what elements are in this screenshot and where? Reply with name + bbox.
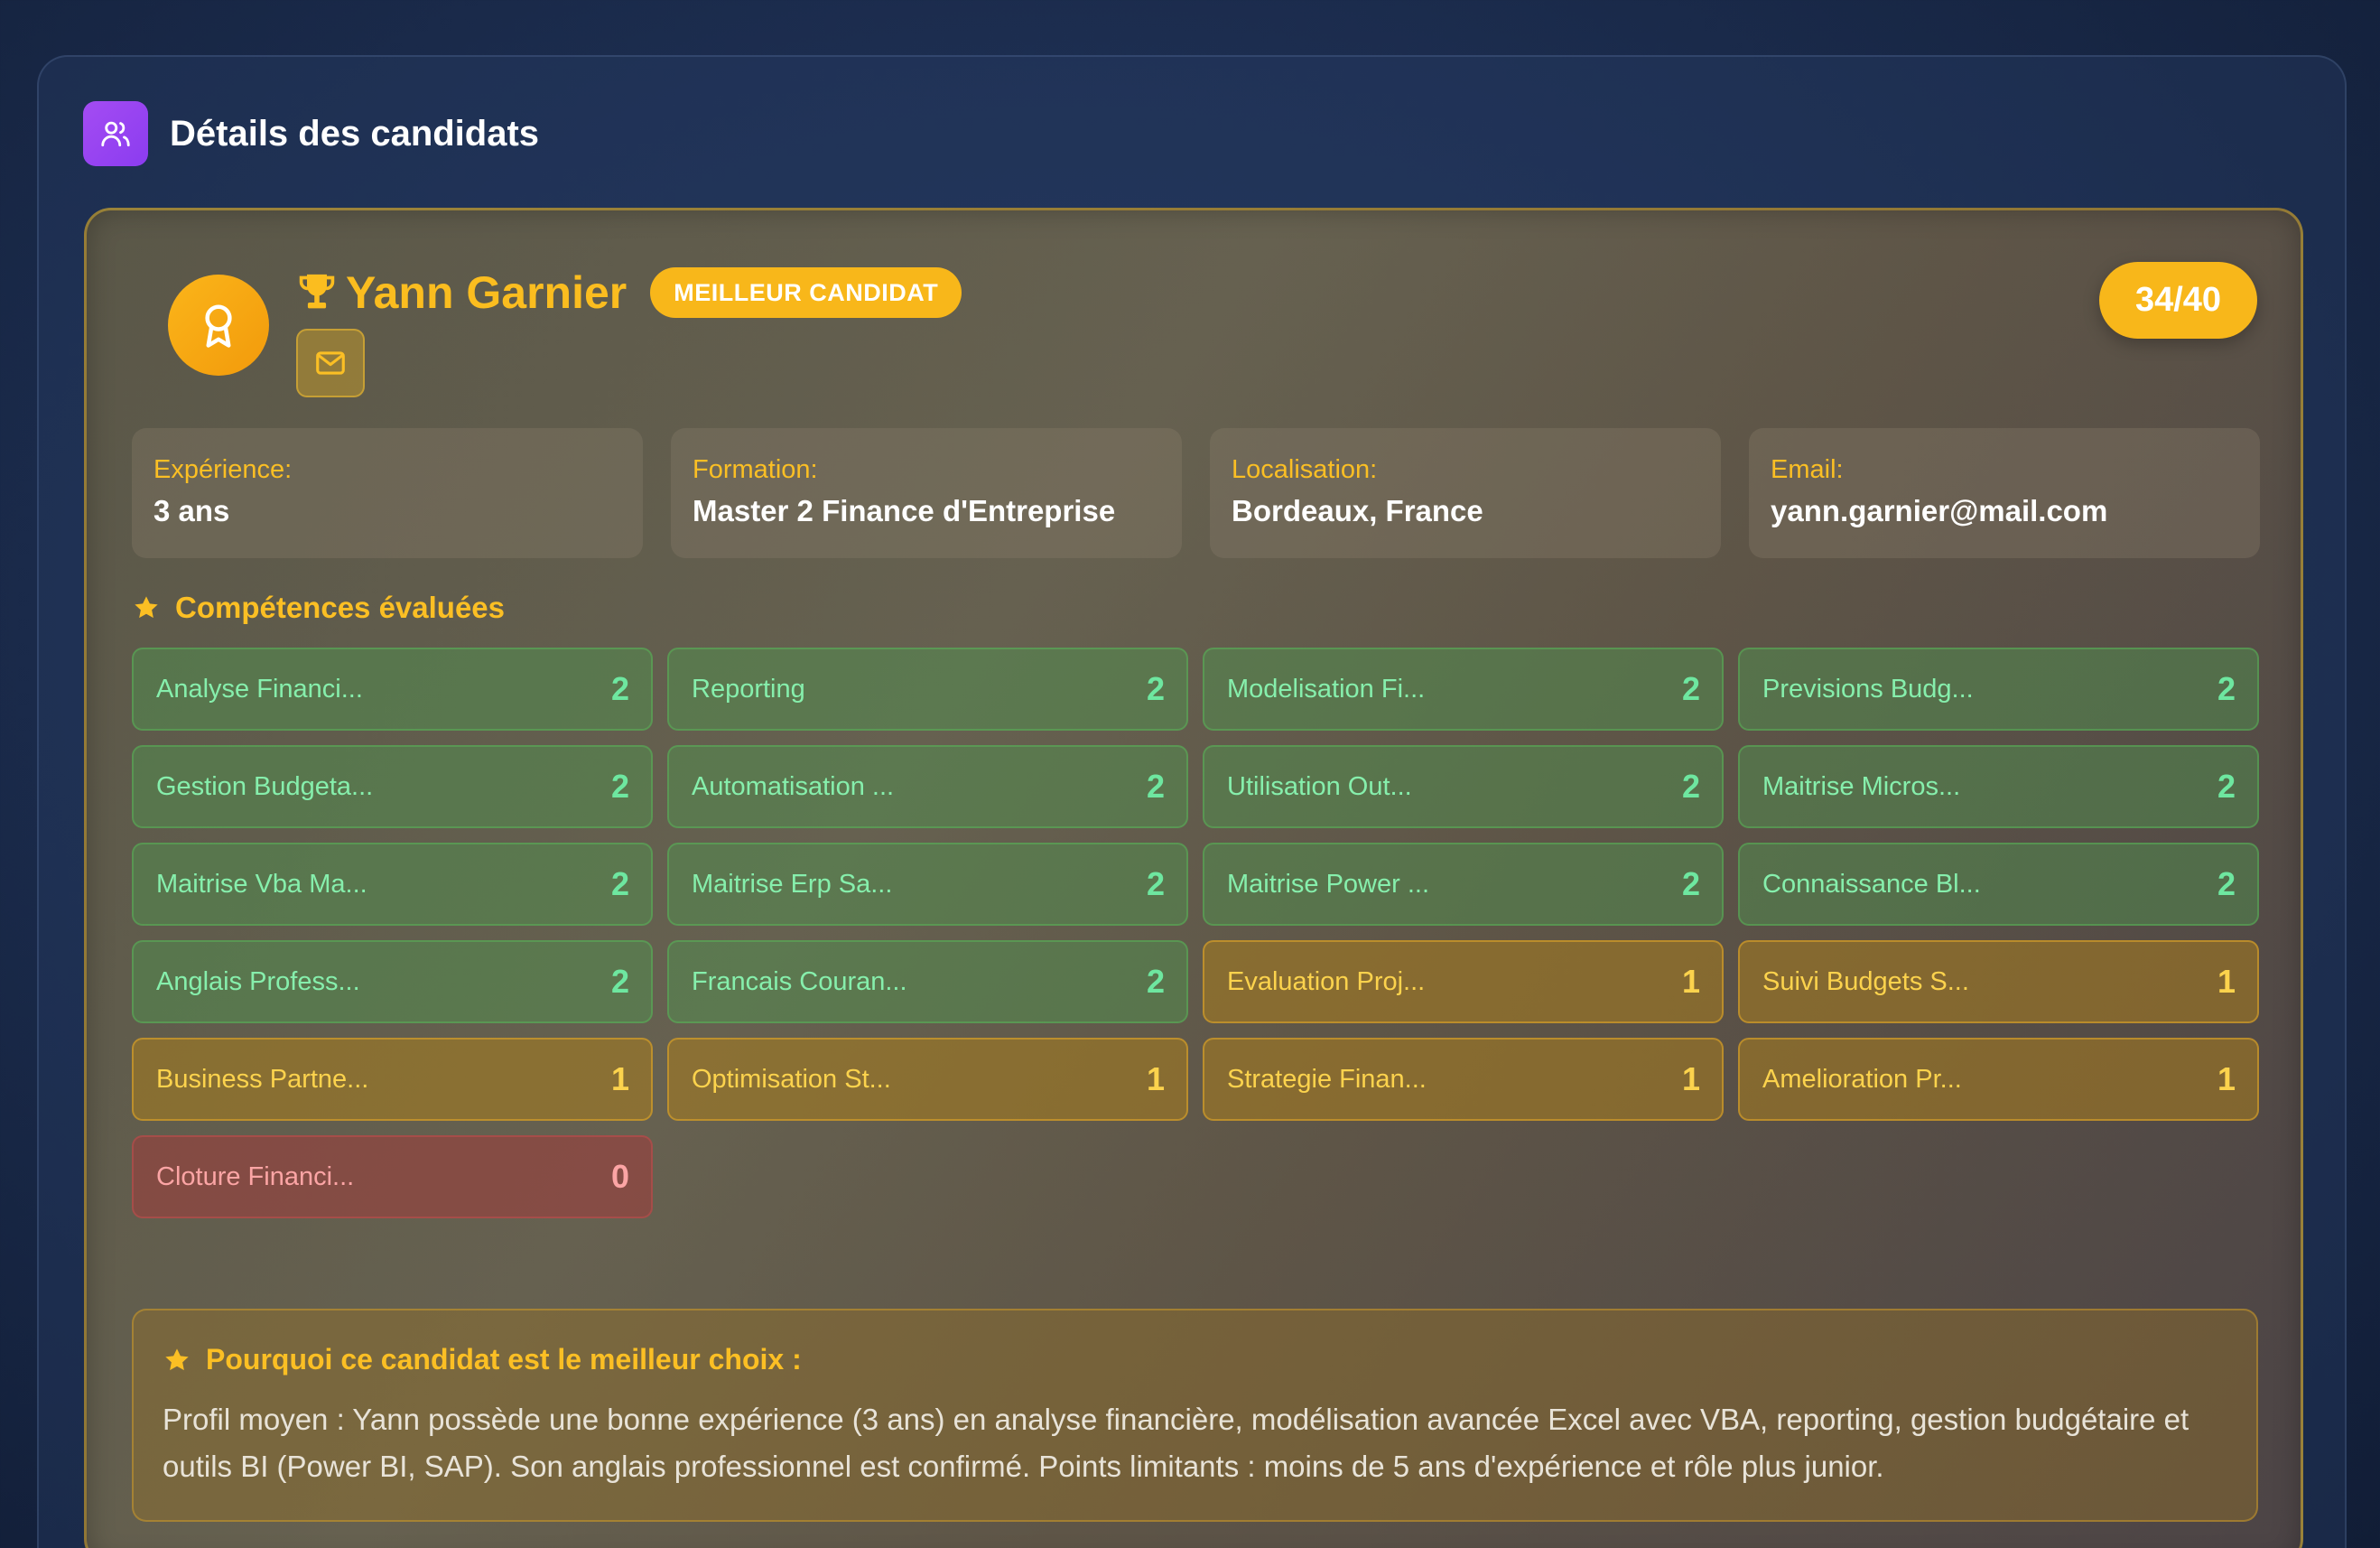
- skill-tile: Previsions Budg... 2: [1738, 648, 2259, 731]
- skill-tile: Maitrise Vba Ma... 2: [132, 843, 653, 926]
- skill-score: 2: [610, 670, 629, 707]
- skill-score: 2: [1681, 670, 1700, 707]
- info-value: Master 2 Finance d'Entreprise: [693, 494, 1116, 527]
- star-icon: [165, 1348, 189, 1370]
- skill-name: Maitrise Power ...: [1227, 869, 1429, 899]
- candidate-name: Yann Garnier: [346, 267, 628, 318]
- why-best-text: Profil moyen : Yann possède une bonne ex…: [163, 1403, 2189, 1483]
- mail-icon: [316, 351, 345, 375]
- skill-name: Gestion Budgeta...: [156, 771, 374, 801]
- info-experience: Expérience: 3 ans: [132, 428, 643, 558]
- skill-score: 2: [1681, 865, 1700, 902]
- info-value: Bordeaux, France: [1232, 494, 1483, 527]
- skill-score: 2: [1146, 768, 1165, 805]
- skill-name: Connaissance Bl...: [1762, 869, 1981, 899]
- award-icon: [168, 275, 269, 376]
- skill-name: Modelisation Fi...: [1227, 674, 1426, 704]
- skill-score: 2: [1146, 963, 1165, 1000]
- skill-score: 2: [1146, 865, 1165, 902]
- info-label: Email:: [1771, 455, 1844, 484]
- panel-title: Détails des candidats: [170, 113, 540, 154]
- skill-score: 1: [2217, 963, 2236, 1000]
- info-value: yann.garnier@mail.com: [1771, 494, 2108, 527]
- skill-score: 2: [610, 963, 629, 1000]
- skill-score: 0: [610, 1158, 629, 1195]
- skill-tile: Utilisation Out... 2: [1203, 745, 1724, 828]
- skill-tile: Cloture Financi... 0: [132, 1135, 653, 1218]
- skill-name: Amelioration Pr...: [1762, 1064, 1962, 1094]
- skill-name: Optimisation St...: [692, 1064, 891, 1094]
- best-candidate-badge: MEILLEUR CANDIDAT: [650, 267, 962, 318]
- skill-name: Anglais Profess...: [156, 966, 360, 996]
- skill-score: 2: [610, 768, 629, 805]
- skill-name: Previsions Budg...: [1762, 674, 1974, 704]
- skill-score: 2: [610, 865, 629, 902]
- skills-heading-label: Compétences évaluées: [175, 591, 506, 624]
- skill-name: Suivi Budgets S...: [1762, 966, 1969, 996]
- panel-header: Détails des candidats: [83, 101, 539, 166]
- skill-tile: Anglais Profess... 2: [132, 940, 653, 1023]
- skills-heading: Compétences évaluées: [132, 590, 505, 626]
- skill-score: 1: [610, 1060, 629, 1097]
- skill-tile: Maitrise Erp Sa... 2: [667, 843, 1188, 926]
- skill-name: Maitrise Micros...: [1762, 771, 1961, 801]
- skill-score: 2: [2217, 768, 2236, 805]
- skill-name: Maitrise Erp Sa...: [692, 869, 893, 899]
- skill-tile: Reporting 2: [667, 648, 1188, 731]
- why-best-title-label: Pourquoi ce candidat est le meilleur cho…: [206, 1343, 802, 1375]
- skill-score: 1: [1681, 963, 1700, 1000]
- info-label: Localisation:: [1232, 455, 1378, 484]
- skill-name: Analyse Financi...: [156, 674, 363, 704]
- skill-tile: Optimisation St... 1: [667, 1038, 1188, 1121]
- skill-tile: Evaluation Proj... 1: [1203, 940, 1724, 1023]
- skill-score: 1: [1146, 1060, 1165, 1097]
- skill-score: 2: [1681, 768, 1700, 805]
- users-icon: [83, 101, 148, 166]
- skill-tile: Automatisation ... 2: [667, 745, 1188, 828]
- skill-name: Automatisation ...: [692, 771, 895, 801]
- why-best-title: Pourquoi ce candidat est le meilleur cho…: [163, 1343, 2227, 1376]
- info-location: Localisation: Bordeaux, France: [1210, 428, 1721, 558]
- skill-tile: Business Partne... 1: [132, 1038, 653, 1121]
- info-label: Expérience:: [153, 455, 293, 484]
- skill-tile: Gestion Budgeta... 2: [132, 745, 653, 828]
- why-best-box: Pourquoi ce candidat est le meilleur cho…: [132, 1309, 2258, 1522]
- trophy-icon: [299, 274, 335, 309]
- score-badge: 34/40: [2099, 262, 2257, 339]
- info-email: Email: yann.garnier@mail.com: [1749, 428, 2260, 558]
- skill-score: 2: [2217, 670, 2236, 707]
- skill-name: Francais Couran...: [692, 966, 907, 996]
- star-icon: [135, 596, 158, 619]
- skill-tile: Suivi Budgets S... 1: [1738, 940, 2259, 1023]
- skill-name: Utilisation Out...: [1227, 771, 1412, 801]
- info-formation: Formation: Master 2 Finance d'Entreprise: [671, 428, 1182, 558]
- skill-score: 2: [2217, 865, 2236, 902]
- skill-tile: Francais Couran... 2: [667, 940, 1188, 1023]
- skill-name: Business Partne...: [156, 1064, 369, 1094]
- skill-score: 1: [2217, 1060, 2236, 1097]
- skill-name: Cloture Financi...: [156, 1161, 355, 1191]
- skill-tile: Maitrise Micros... 2: [1738, 745, 2259, 828]
- candidate-card: Yann Garnier MEILLEUR CANDIDAT 34/40 Exp…: [84, 208, 2303, 1548]
- email-button[interactable]: [296, 329, 365, 397]
- skill-name: Reporting: [692, 674, 805, 704]
- skill-name: Strategie Finan...: [1227, 1064, 1427, 1094]
- skill-tile: Strategie Finan... 1: [1203, 1038, 1724, 1121]
- info-label: Formation:: [693, 455, 818, 484]
- skill-tile: Connaissance Bl... 2: [1738, 843, 2259, 926]
- skill-tile: Analyse Financi... 2: [132, 648, 653, 731]
- candidate-name-row: Yann Garnier MEILLEUR CANDIDAT: [297, 265, 962, 321]
- skill-name: Maitrise Vba Ma...: [156, 869, 367, 899]
- skill-name: Evaluation Proj...: [1227, 966, 1426, 996]
- skill-tile: Modelisation Fi... 2: [1203, 648, 1724, 731]
- info-value: 3 ans: [153, 494, 230, 527]
- skill-score: 1: [1681, 1060, 1700, 1097]
- candidate-details-panel: Détails des candidats Yann Garnier MEILL…: [37, 55, 2347, 1548]
- skill-tile: Amelioration Pr... 1: [1738, 1038, 2259, 1121]
- skill-tile: Maitrise Power ... 2: [1203, 843, 1724, 926]
- skill-score: 2: [1146, 670, 1165, 707]
